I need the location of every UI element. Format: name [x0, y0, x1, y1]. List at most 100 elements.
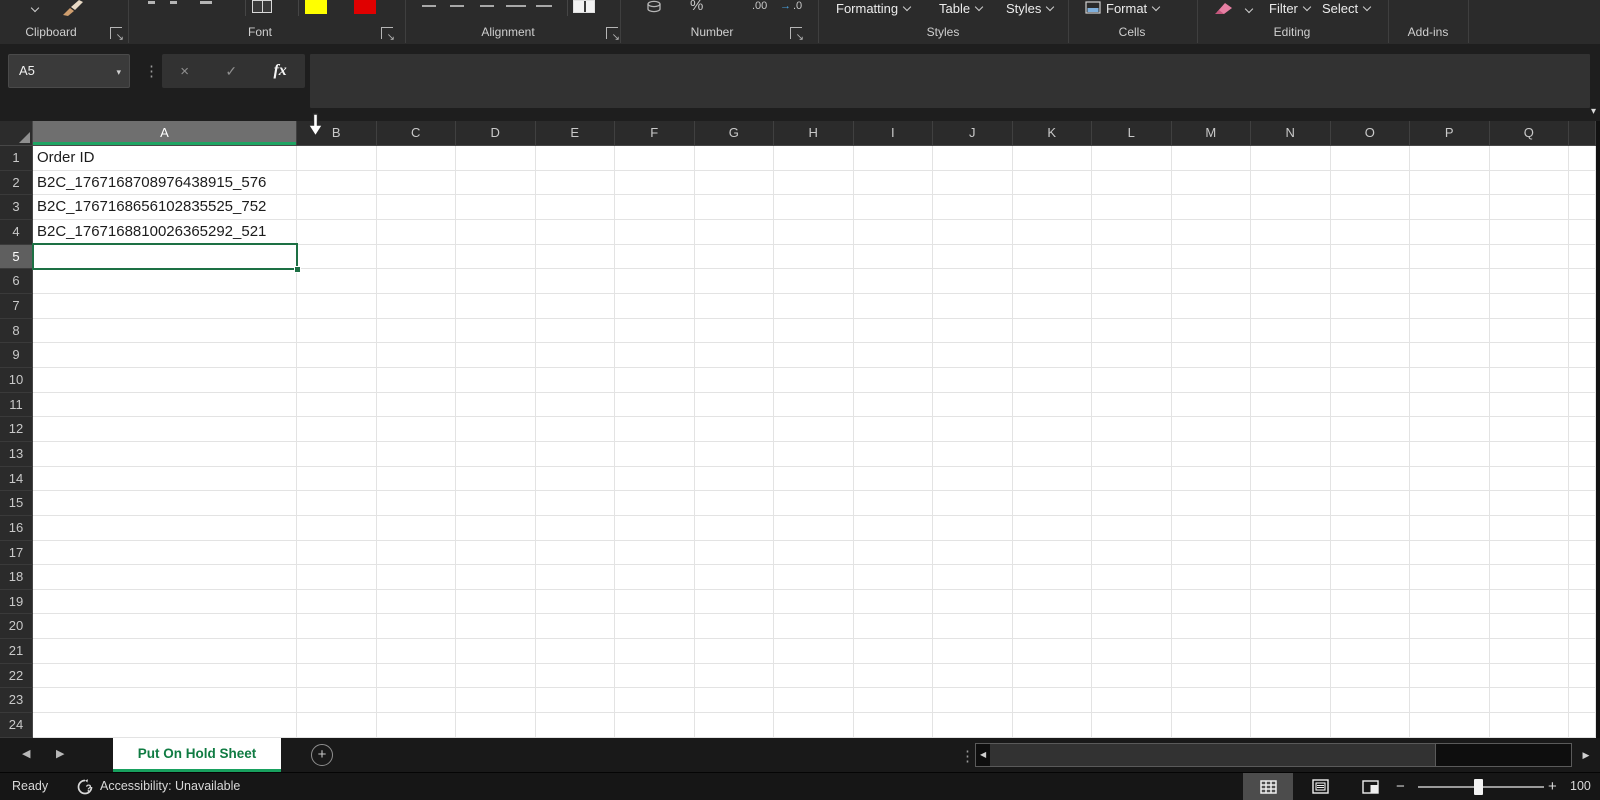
cell-A20[interactable] [33, 614, 297, 640]
cell-E16[interactable] [535, 515, 615, 541]
cell-H17[interactable] [774, 540, 854, 566]
cell-H9[interactable] [774, 343, 854, 368]
cell-E13[interactable] [535, 441, 615, 467]
cell-J16[interactable] [933, 515, 1013, 541]
cell-partial-19[interactable] [1569, 589, 1596, 615]
increase-decimal-icon[interactable]: .00 [752, 0, 767, 12]
vertical-scrollbar[interactable] [1596, 121, 1600, 738]
cell-K24[interactable] [1012, 713, 1092, 738]
cell-I5[interactable] [853, 244, 933, 270]
column-header-M[interactable]: M [1171, 121, 1251, 146]
cell-E11[interactable] [535, 392, 615, 418]
cell-G2[interactable] [694, 170, 774, 196]
cell-N23[interactable] [1251, 688, 1331, 714]
cell-partial-23[interactable] [1569, 688, 1596, 714]
cell-K12[interactable] [1012, 417, 1092, 442]
cell-L8[interactable] [1092, 318, 1172, 344]
cell-A14[interactable] [33, 466, 297, 492]
cell-partial-3[interactable] [1569, 195, 1596, 220]
cell-E15[interactable] [535, 491, 615, 516]
cell-L11[interactable] [1092, 392, 1172, 418]
cell-J9[interactable] [933, 343, 1013, 368]
cell-C14[interactable] [376, 466, 456, 492]
cell-B1[interactable] [297, 146, 377, 171]
cell-D1[interactable] [456, 146, 536, 171]
cell-B15[interactable] [297, 491, 377, 516]
cell-D17[interactable] [456, 540, 536, 566]
filter-button[interactable]: Filter [1269, 0, 1312, 17]
column-header-N[interactable]: N [1251, 121, 1331, 146]
cell-H8[interactable] [774, 318, 854, 344]
cell-G19[interactable] [694, 589, 774, 615]
cell-E8[interactable] [535, 318, 615, 344]
cell-partial-17[interactable] [1569, 540, 1596, 566]
cell-K8[interactable] [1012, 318, 1092, 344]
cell-C13[interactable] [376, 441, 456, 467]
status-accessibility[interactable]: Accessibility: Unavailable [100, 773, 240, 800]
cell-N18[interactable] [1251, 565, 1331, 590]
cell-G24[interactable] [694, 713, 774, 738]
cell-C5[interactable] [376, 244, 456, 270]
cell-G21[interactable] [694, 639, 774, 664]
row-header-9[interactable]: 9 [0, 343, 33, 368]
cell-D10[interactable] [456, 367, 536, 393]
cell-P2[interactable] [1410, 170, 1490, 196]
cell-D21[interactable] [456, 639, 536, 664]
cell-Q23[interactable] [1489, 688, 1569, 714]
cell-Q15[interactable] [1489, 491, 1569, 516]
cell-J14[interactable] [933, 466, 1013, 492]
cell-Q7[interactable] [1489, 293, 1569, 319]
cell-P1[interactable] [1410, 146, 1490, 171]
cell-B21[interactable] [297, 639, 377, 664]
cell-B5[interactable] [297, 244, 377, 270]
cell-J20[interactable] [933, 614, 1013, 640]
cell-L24[interactable] [1092, 713, 1172, 738]
cell-J23[interactable] [933, 688, 1013, 714]
cell-A17[interactable] [33, 540, 297, 566]
cell-P8[interactable] [1410, 318, 1490, 344]
cell-M19[interactable] [1171, 589, 1251, 615]
cell-L16[interactable] [1092, 515, 1172, 541]
cell-Q14[interactable] [1489, 466, 1569, 492]
paste-dropdown-icon[interactable] [26, 0, 40, 16]
cell-P9[interactable] [1410, 343, 1490, 368]
cell-N8[interactable] [1251, 318, 1331, 344]
column-header-F[interactable]: F [615, 121, 695, 146]
cell-A18[interactable] [33, 565, 297, 590]
cell-N4[interactable] [1251, 219, 1331, 245]
cell-P17[interactable] [1410, 540, 1490, 566]
cell-B14[interactable] [297, 466, 377, 492]
cell-F16[interactable] [615, 515, 695, 541]
cell-C2[interactable] [376, 170, 456, 196]
column-header-A[interactable]: A [33, 121, 297, 146]
row-header-21[interactable]: 21 [0, 639, 33, 664]
cell-A4[interactable]: B2C_1767168810026365292_521 [33, 219, 297, 245]
cell-I9[interactable] [853, 343, 933, 368]
cell-H23[interactable] [774, 688, 854, 714]
cell-G23[interactable] [694, 688, 774, 714]
row-header-11[interactable]: 11 [0, 392, 33, 418]
cell-D22[interactable] [456, 663, 536, 689]
cell-M6[interactable] [1171, 269, 1251, 294]
cell-P19[interactable] [1410, 589, 1490, 615]
cell-N3[interactable] [1251, 195, 1331, 220]
decrease-decimal-arrow-icon[interactable]: → [780, 0, 791, 12]
cell-J3[interactable] [933, 195, 1013, 220]
cell-I15[interactable] [853, 491, 933, 516]
format-as-table-button[interactable]: Table [939, 0, 984, 17]
cell-F8[interactable] [615, 318, 695, 344]
cell-K16[interactable] [1012, 515, 1092, 541]
cell-H3[interactable] [774, 195, 854, 220]
insert-function-button[interactable]: fx [273, 62, 286, 80]
new-sheet-button[interactable]: + [311, 744, 333, 766]
cell-F7[interactable] [615, 293, 695, 319]
cell-I16[interactable] [853, 515, 933, 541]
cell-partial-11[interactable] [1569, 392, 1596, 418]
cell-K19[interactable] [1012, 589, 1092, 615]
cell-P6[interactable] [1410, 269, 1490, 294]
cell-P14[interactable] [1410, 466, 1490, 492]
column-header-Q[interactable]: Q [1489, 121, 1569, 146]
cell-A11[interactable] [33, 392, 297, 418]
cell-A16[interactable] [33, 515, 297, 541]
cell-partial-2[interactable] [1569, 170, 1596, 196]
